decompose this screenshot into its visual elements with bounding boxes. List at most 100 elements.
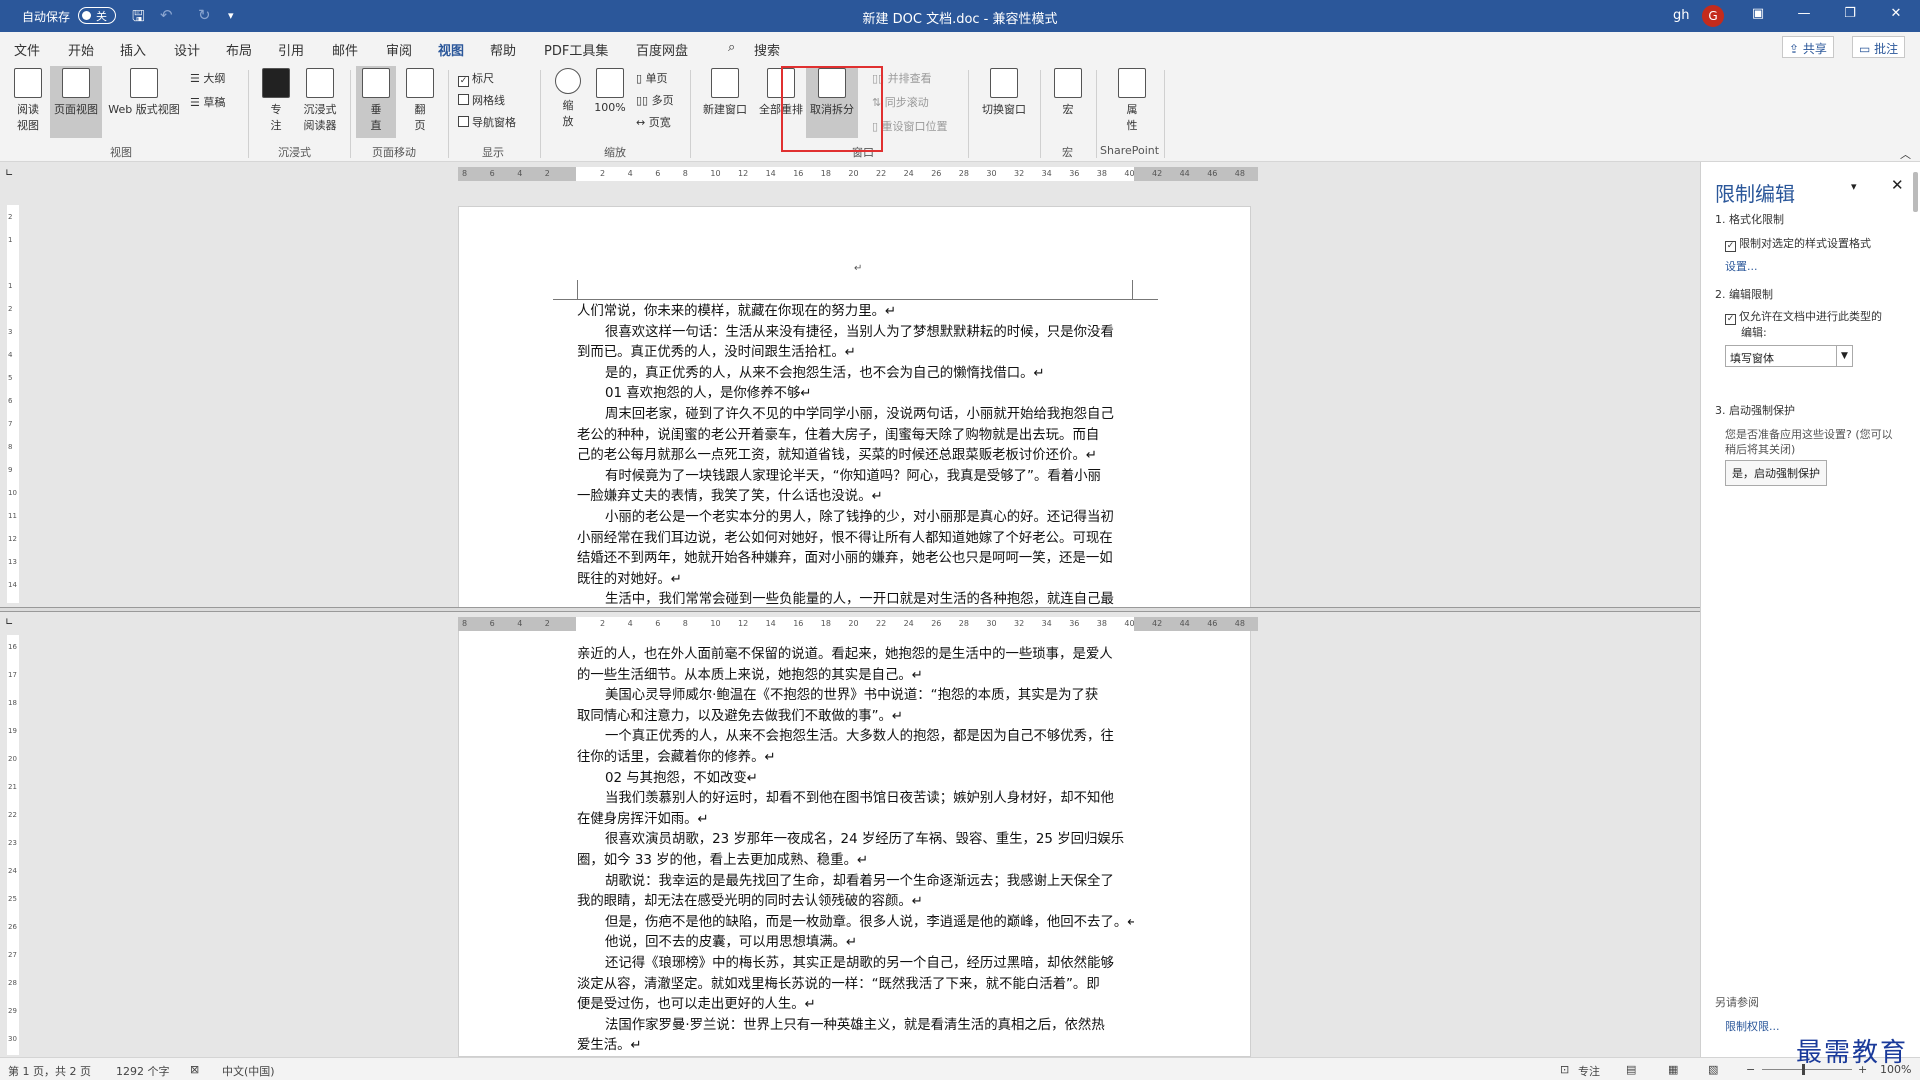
limit-formatting-checkbox[interactable]: ✓ 限制对选定的样式设置格式 <box>1725 235 1871 252</box>
paragraph-line[interactable]: 往你的话里，会藏着你的修养。↵ <box>577 748 1134 769</box>
page2-body[interactable]: 亲近的人，也在外人面前毫不保留的说道。看起来，她抱怨的是生活中的一些琐事，是爱人… <box>577 645 1134 1057</box>
proofing-icon[interactable]: ⊠ <box>190 1063 199 1076</box>
paragraph-line[interactable]: 当我们羡慕别人的好运时，却看不到他在图书馆日夜苦读；嫉妒别人身材好，却不知他 <box>577 789 1134 810</box>
zoom-out-icon[interactable]: − <box>1746 1063 1755 1076</box>
tab-references[interactable]: 引用 <box>278 40 304 59</box>
comments-button[interactable]: ▭ 批注 <box>1852 36 1906 58</box>
zoom-100-button[interactable]: 100% <box>590 68 630 114</box>
paragraph-line[interactable]: 小丽经常在我们耳边说，老公如何对她好，恨不得让所有人都知道她嫁了个好老公。可现在 <box>577 529 1134 550</box>
paragraph-line[interactable]: 爱生活。↵ <box>577 1036 1134 1057</box>
new-window-button[interactable]: 新建窗口 <box>698 68 752 117</box>
pane-scrollbar[interactable] <box>1913 172 1918 212</box>
page-width-button[interactable]: ↔ 页宽 <box>636 114 671 130</box>
draft-button[interactable]: ☰ 草稿 <box>190 94 225 110</box>
vertical-ruler-top[interactable]: 2 1 1 2 3 4 5 6 7 8 9 10 11 12 13 14 <box>7 205 19 603</box>
page1-body[interactable]: 人们常说，你未来的模样，就藏在你现在的努力里。↵ 很喜欢这样一句话：生活从来没有捷… <box>577 302 1134 607</box>
switch-windows-button[interactable]: 切换窗口 <box>976 68 1032 117</box>
paragraph-line[interactable]: 既往的对她好。↵ <box>577 570 1134 591</box>
paragraph-line[interactable]: 老公的种种，说闺蜜的老公开着豪车，住着大房子，闺蜜每天除了购物就是出去玩。而自 <box>577 426 1134 447</box>
tab-home[interactable]: 开始 <box>68 40 94 59</box>
zoom-slider[interactable] <box>1762 1069 1852 1070</box>
web-layout-button[interactable]: Web 版式视图 <box>104 68 184 117</box>
one-page-button[interactable]: ▯ 单页 <box>636 70 668 86</box>
paragraph-line[interactable]: 取同情心和注意力，以及避免去做我们不敢做的事”。↵ <box>577 707 1134 728</box>
paragraph-line[interactable]: 小丽的老公是一个老实本分的男人，除了钱挣的少，对小丽那是真心的好。还记得当初 <box>577 508 1134 529</box>
navigation-pane-checkbox[interactable]: 导航窗格 <box>458 114 516 130</box>
paragraph-line[interactable]: 02 与其抱怨，不如改变↵ <box>577 769 1134 790</box>
collapse-ribbon-icon[interactable]: ︿ <box>1900 146 1911 162</box>
paragraph-line[interactable]: 圈，如今 33 岁的他，看上去更加成熟、稳重。↵ <box>577 851 1134 872</box>
paragraph-line[interactable]: 在健身房挥汗如雨。↵ <box>577 810 1134 831</box>
split-bar[interactable] <box>0 607 1700 612</box>
tab-review[interactable]: 审阅 <box>386 40 412 59</box>
horizontal-ruler-top[interactable]: 8 6 4 2 2 4 6 8 10 12 14 16 18 20 22 24 26 28 30 32 34 36 38 40… <box>458 167 1258 181</box>
share-button[interactable]: ⇪ 共享 <box>1782 36 1834 58</box>
immersive-reader-button[interactable]: 沉浸式阅读器 <box>296 68 344 133</box>
tab-selector-bottom[interactable]: ∟ <box>5 617 13 628</box>
pane-close-icon[interactable]: ✕ <box>1891 176 1904 194</box>
tab-layout[interactable]: 布局 <box>226 40 252 59</box>
editing-type-select[interactable]: 填写窗体 ▼ <box>1725 345 1853 367</box>
paragraph-line[interactable]: 到而已。真正优秀的人，没时间跟生活拾杠。↵ <box>577 343 1134 364</box>
tab-file[interactable]: 文件 <box>14 40 40 59</box>
allow-only-checkbox[interactable]: ✓ 仅允许在文档中进行此类型的 <box>1725 308 1882 325</box>
tab-design[interactable]: 设计 <box>174 40 200 59</box>
paragraph-line[interactable]: 我的眼睛，却无法在感受光明的同时去认领残破的容颜。↵ <box>577 892 1134 913</box>
zoom-button[interactable]: 缩放 <box>548 68 588 129</box>
restore-icon[interactable]: ❐ <box>1840 6 1860 21</box>
properties-button[interactable]: 属性 <box>1112 68 1152 133</box>
tab-mailings[interactable]: 邮件 <box>332 40 358 59</box>
paragraph-line[interactable]: 他说，回不去的皮囊，可以用思想填满。↵ <box>577 933 1134 954</box>
paragraph-line[interactable]: 01 喜欢抱怨的人，是你修养不够↵ <box>577 384 1134 405</box>
vertical-ruler-bottom[interactable]: 16 17 18 19 20 21 22 23 24 25 26 27 28 29 30 <box>7 635 19 1055</box>
paragraph-line[interactable]: 美国心灵导师威尔·鲍温在《不抱怨的世界》书中说道：“抱怨的本质，其实是为了获 <box>577 686 1134 707</box>
paragraph-line[interactable]: 还记得《琅琊榜》中的梅长苏，其实正是胡歌的另一个自己，经历过黑暗，却依然能够 <box>577 954 1134 975</box>
vertical-button[interactable]: 垂直 <box>356 66 396 138</box>
tab-help[interactable]: 帮助 <box>490 40 516 59</box>
macros-button[interactable]: 宏 <box>1048 68 1088 117</box>
paragraph-line[interactable]: 己的老公每月就那么一点死工资，就知道省钱，买菜的时候还总跟菜贩老板讨价还价。↵ <box>577 446 1134 467</box>
close-icon[interactable]: ✕ <box>1886 6 1906 21</box>
tab-insert[interactable]: 插入 <box>120 40 146 59</box>
paragraph-line[interactable]: 周末回老家，碰到了许久不见的中学同学小丽，没说两句话，小丽就开始给我抱怨自己 <box>577 405 1134 426</box>
paragraph-line[interactable]: 人们常说，你未来的模样，就藏在你现在的努力里。↵ <box>577 302 1134 323</box>
minimize-icon[interactable]: — <box>1794 6 1814 21</box>
ribbon-display-icon[interactable]: ▣ <box>1748 6 1768 21</box>
tab-selector[interactable]: ∟ <box>5 168 13 179</box>
focus-button[interactable]: 专注 <box>256 68 296 133</box>
pane-options-icon[interactable]: ▾ <box>1851 180 1857 193</box>
paragraph-line[interactable]: 很喜欢演员胡歌，23 岁那年一夜成名，24 岁经历了车祸、毁容、重生，25 岁回… <box>577 830 1134 851</box>
read-mode-status-icon[interactable]: ▤ <box>1626 1063 1636 1076</box>
start-enforcement-button[interactable]: 是，启动强制保护 <box>1725 460 1827 486</box>
paragraph-line[interactable]: 是的，真正优秀的人，从来不会抱怨生活，也不会为自己的懒惰找借口。↵ <box>577 364 1134 385</box>
paragraph-line[interactable]: 淡定从容，清澈坚定。就如戏里梅长苏说的一样：“既然我活了下来，就不能白活着”。即 <box>577 975 1134 996</box>
avatar[interactable]: G <box>1702 5 1724 27</box>
print-layout-button[interactable]: 页面视图 <box>50 66 102 138</box>
paragraph-line[interactable]: 一脸嫌弃丈夫的表情，我笑了笑，什么话也没说。↵ <box>577 487 1134 508</box>
search-icon[interactable]: ⌕ <box>728 40 735 55</box>
horizontal-ruler-bottom[interactable]: 8 6 4 2 2 4 6 8 10 12 14 16 18 20 22 24 26 28 30 32 34 36 38 40… <box>458 617 1258 631</box>
reset-window-position-button[interactable]: ▯ 重设窗口位置 <box>872 118 948 134</box>
outline-button[interactable]: ☰ 大纲 <box>190 70 225 86</box>
page-count[interactable]: 第 1 页，共 2 页 <box>8 1063 91 1079</box>
tab-baidu-disk[interactable]: 百度网盘 <box>636 40 688 59</box>
multiple-pages-button[interactable]: ▯▯ 多页 <box>636 92 674 108</box>
paragraph-line[interactable]: 结婚还不到两年，她就开始各种嫌弃，面对小丽的嫌弃，她老公也只是呵呵一笑，还是一如 <box>577 549 1134 570</box>
settings-link[interactable]: 设置... <box>1725 258 1758 274</box>
restrict-permission-link[interactable]: 限制权限... <box>1725 1018 1780 1034</box>
gridlines-checkbox[interactable]: 网格线 <box>458 92 505 108</box>
paragraph-line[interactable]: 胡歌说：我幸运的是最先找回了生命，却看着另一个生命逐渐远去；我感谢上天保全了 <box>577 872 1134 893</box>
language[interactable]: 中文(中国) <box>222 1063 275 1079</box>
print-layout-status-icon[interactable]: ▦ <box>1668 1063 1678 1076</box>
paragraph-line[interactable]: 一个真正优秀的人，从来不会抱怨生活。大多数人的抱怨，都是因为自己不够优秀，往 <box>577 727 1134 748</box>
ruler-checkbox[interactable]: ✓ 标尺 <box>458 70 494 87</box>
read-mode-button[interactable]: 阅读视图 <box>8 68 48 133</box>
paragraph-line[interactable]: 很喜欢这样一句话：生活从来没有捷径，当别人为了梦想默默耕耘的时候，只是你没看 <box>577 323 1134 344</box>
paragraph-line[interactable]: 法国作家罗曼·罗兰说：世界上只有一种英雄主义，就是看清生活的真相之后，依然热 <box>577 1016 1134 1037</box>
paragraph-line[interactable]: 亲近的人，也在外人面前毫不保留的说道。看起来，她抱怨的是生活中的一些琐事，是爱人 <box>577 645 1134 666</box>
paragraph-line[interactable]: 的一些生活细节。从本质上来说，她抱怨的其实是自己。↵ <box>577 666 1134 687</box>
side-to-side-button[interactable]: 翻页 <box>400 68 440 133</box>
tab-pdf-tools[interactable]: PDF工具集 <box>544 40 608 59</box>
paragraph-line[interactable]: 便是受过伤，也可以走出更好的人生。↵ <box>577 995 1134 1016</box>
word-count[interactable]: 1292 个字 <box>116 1063 170 1079</box>
